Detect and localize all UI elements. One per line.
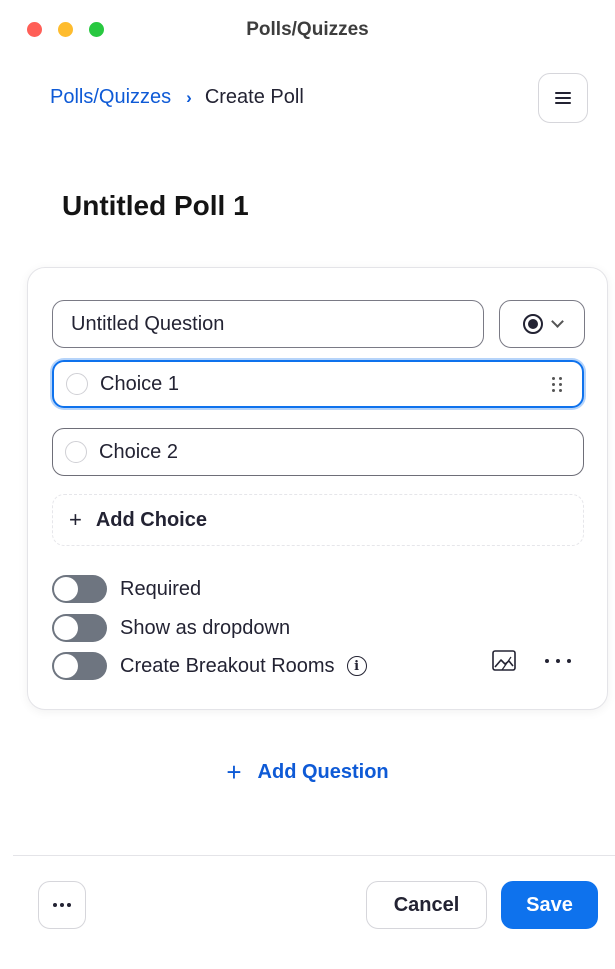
- plus-icon: +: [69, 507, 82, 532]
- add-choice-label: Add Choice: [95, 508, 207, 531]
- choice-label: Choice 1: [100, 372, 179, 395]
- question-input[interactable]: Untitled Question: [52, 300, 484, 348]
- plus-icon: +: [226, 757, 242, 787]
- choice-radio-icon: [65, 441, 87, 463]
- show-as-dropdown-toggle[interactable]: [52, 614, 107, 642]
- breadcrumb-separator-icon: ›: [186, 87, 192, 107]
- poll-title[interactable]: Untitled Poll 1: [62, 190, 249, 222]
- menu-button[interactable]: [538, 73, 588, 123]
- add-choice-button[interactable]: + Add Choice: [52, 494, 584, 546]
- breakout-rooms-toggle[interactable]: [52, 652, 107, 680]
- choice-radio-icon: [66, 373, 88, 395]
- add-question-button[interactable]: + Add Question: [0, 757, 615, 788]
- save-button[interactable]: Save: [501, 881, 598, 929]
- drag-handle-icon[interactable]: [552, 377, 562, 392]
- image-icon[interactable]: [491, 649, 517, 673]
- breadcrumb-polls-link[interactable]: Polls/Quizzes: [50, 86, 171, 109]
- required-option: Required: [52, 575, 201, 603]
- required-label: Required: [120, 577, 202, 600]
- title-bar: Polls/Quizzes: [0, 0, 615, 60]
- chevron-down-icon: [550, 315, 564, 328]
- question-card: Untitled Question Choice 1 Choice 2 + Ad…: [27, 267, 608, 710]
- breadcrumb-current: Create Poll: [204, 86, 304, 108]
- choice-label: Choice 2: [99, 440, 178, 463]
- cancel-button[interactable]: Cancel: [366, 881, 487, 929]
- footer-more-button[interactable]: [38, 881, 86, 929]
- hamburger-icon: [555, 91, 571, 105]
- dropdown-option: Show as dropdown: [52, 614, 290, 642]
- window-title: Polls/Quizzes: [246, 19, 369, 40]
- footer-divider: [13, 855, 615, 856]
- info-icon[interactable]: i: [346, 656, 367, 676]
- polls-window: Polls/Quizzes Polls/Quizzes › Create Pol…: [0, 0, 615, 969]
- required-toggle[interactable]: [52, 575, 107, 603]
- breakout-option: Create Breakout Rooms i: [52, 652, 367, 680]
- choice-input-1[interactable]: Choice 1: [52, 360, 584, 408]
- radio-single-choice-icon: [522, 314, 543, 334]
- question-type-select[interactable]: [499, 300, 585, 348]
- show-as-dropdown-label: Show as dropdown: [120, 616, 291, 639]
- add-question-label: Add Question: [257, 761, 389, 783]
- breakout-rooms-label: Create Breakout Rooms: [120, 654, 335, 677]
- more-options-icon[interactable]: [545, 649, 571, 673]
- choice-input-2[interactable]: Choice 2: [52, 428, 584, 476]
- breadcrumb: Polls/Quizzes › Create Poll: [50, 86, 304, 109]
